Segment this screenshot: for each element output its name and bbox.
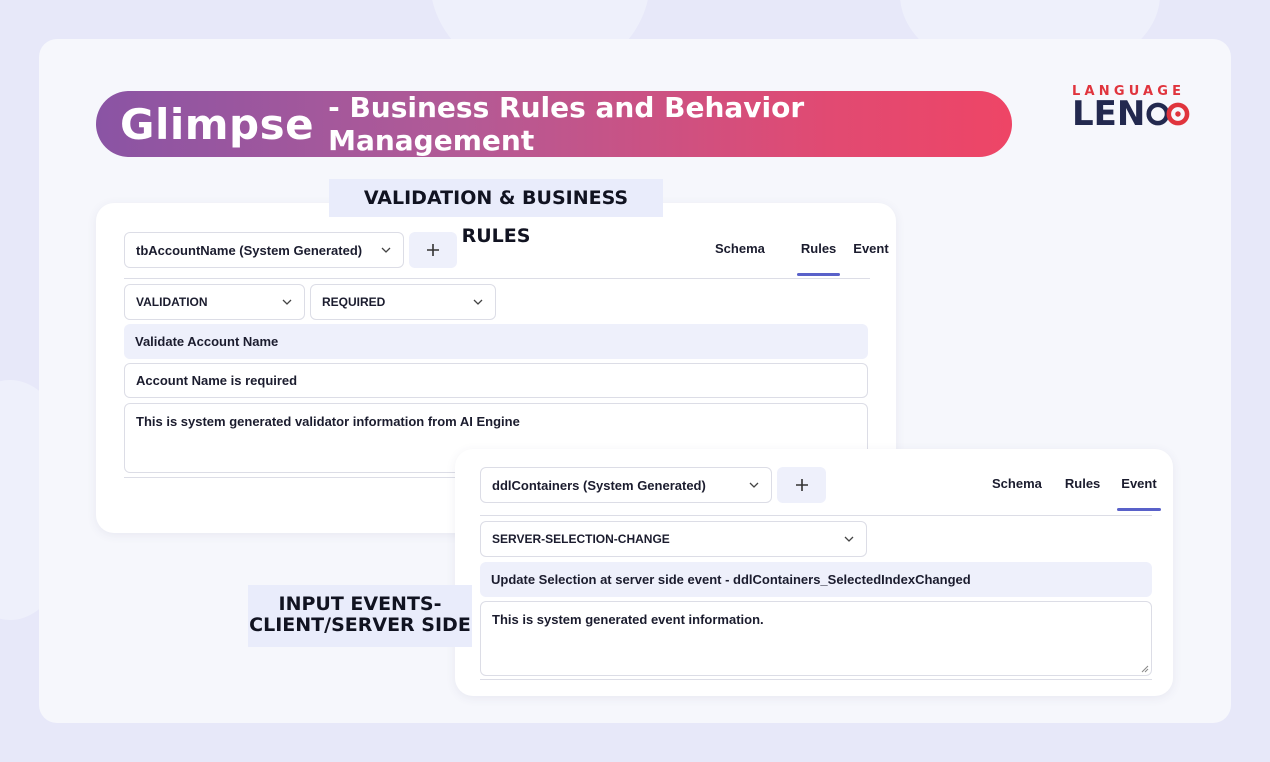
tab-bar: Schema Rules Event <box>992 476 1162 511</box>
rule-subtype-select[interactable]: REQUIRED <box>310 284 496 320</box>
events-tag-line1: INPUT EVENTS- <box>278 593 442 615</box>
tab-schema[interactable]: Schema <box>992 476 1042 491</box>
validation-section-tag: VALIDATION & BUSINESS RULES <box>329 179 663 247</box>
rule-name-value: Validate Account Name <box>135 334 279 349</box>
bottom-divider <box>480 679 1152 680</box>
chevron-down-icon <box>749 482 759 488</box>
chevron-down-icon <box>473 299 483 305</box>
tab-divider <box>480 515 1152 516</box>
rule-message-value: Account Name is required <box>136 373 298 388</box>
events-tag-line2: CLIENT/SERVER SIDE <box>249 614 471 636</box>
add-button[interactable] <box>409 232 457 268</box>
rule-type-select[interactable]: VALIDATION <box>124 284 305 320</box>
event-name-value: Update Selection at server side event - … <box>491 572 971 587</box>
event-name-field[interactable]: Update Selection at server side event - … <box>480 562 1152 597</box>
tab-event[interactable]: Event <box>1117 476 1162 511</box>
event-description-value: This is system generated event informati… <box>492 612 764 627</box>
tab-rules[interactable]: Rules <box>1065 476 1100 491</box>
chevron-down-icon <box>282 299 292 305</box>
event-type-select[interactable]: SERVER-SELECTION-CHANGE <box>480 521 867 557</box>
events-panel: ddlContainers (System Generated) Schema … <box>455 449 1173 696</box>
logo-infinity-icon <box>1146 102 1190 126</box>
resize-handle-icon[interactable] <box>1141 665 1149 673</box>
plus-icon <box>427 244 439 256</box>
control-select[interactable]: ddlContainers (System Generated) <box>480 467 772 503</box>
chevron-down-icon <box>844 536 854 542</box>
tab-divider <box>124 278 870 279</box>
banner-subtitle: - Business Rules and Behavior Management <box>328 91 805 157</box>
control-select-value: ddlContainers (System Generated) <box>492 477 706 493</box>
rule-type-value: VALIDATION <box>136 295 208 309</box>
control-select[interactable]: tbAccountName (System Generated) <box>124 232 404 268</box>
event-description-textarea[interactable]: This is system generated event informati… <box>480 601 1152 676</box>
brand-title: Glimpse <box>120 99 315 149</box>
logo-bottom: LEN <box>1072 94 1192 134</box>
control-select-value: tbAccountName (System Generated) <box>136 242 363 258</box>
tab-schema[interactable]: Schema <box>715 241 765 256</box>
rule-message-field[interactable]: Account Name is required <box>124 363 868 398</box>
tab-event[interactable]: Event <box>853 241 888 256</box>
event-type-value: SERVER-SELECTION-CHANGE <box>492 532 670 546</box>
plus-icon <box>795 479 808 491</box>
rule-name-field[interactable]: Validate Account Name <box>124 324 868 359</box>
tab-bar: Schema Rules Event <box>715 241 889 276</box>
language-leno-logo: LANGUAGE LEN <box>1072 84 1192 134</box>
rule-description-value: This is system generated validator infor… <box>136 414 520 429</box>
logo-bottom-text: LEN <box>1072 94 1146 134</box>
events-section-tag: INPUT EVENTS- CLIENT/SERVER SIDE <box>248 585 472 647</box>
add-button[interactable] <box>777 467 826 503</box>
chevron-down-icon <box>381 247 391 253</box>
rule-subtype-value: REQUIRED <box>322 295 386 309</box>
tab-rules[interactable]: Rules <box>796 241 841 276</box>
title-banner: Glimpse - Business Rules and Behavior Ma… <box>96 91 1012 157</box>
